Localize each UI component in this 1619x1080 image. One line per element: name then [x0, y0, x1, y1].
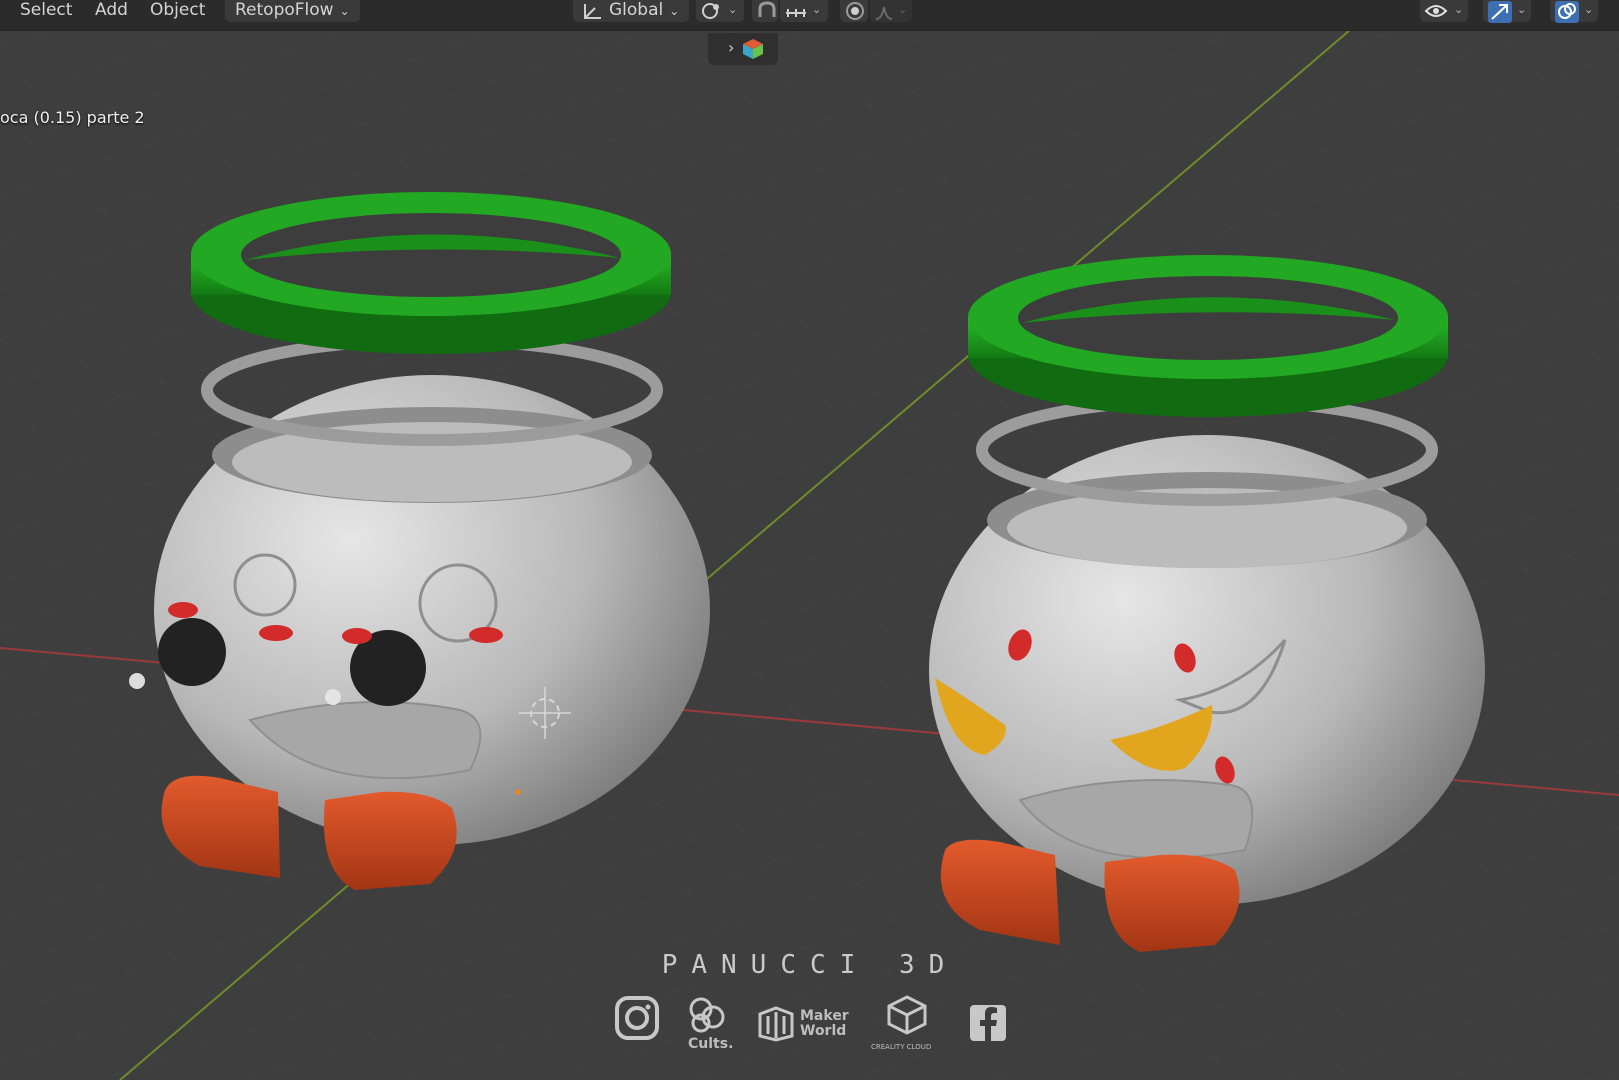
- menu-select[interactable]: Select: [20, 0, 72, 22]
- cults-label: Cults.: [688, 1036, 734, 1052]
- retopoflow-menu[interactable]: RetopoFlow ⌄: [225, 0, 360, 22]
- retopoflow-label: RetopoFlow: [235, 0, 334, 20]
- creality-label: CREALITY CLOUD: [871, 1043, 932, 1051]
- chevron-right-icon: ›: [728, 38, 735, 57]
- chevron-down-icon: ⌄: [728, 3, 738, 16]
- chevron-down-icon: ⌄: [1454, 3, 1464, 16]
- snap-icon: [758, 1, 776, 17]
- visibility-icon: [1424, 5, 1448, 17]
- chevron-down-icon: ⌄: [669, 4, 680, 18]
- visibility-button[interactable]: ⌄: [1420, 0, 1468, 22]
- snap-target-icon: [786, 9, 806, 17]
- chevron-down-icon: ⌄: [1584, 3, 1594, 16]
- chevron-down-icon: ⌄: [898, 3, 908, 16]
- menu-add[interactable]: Add: [95, 0, 128, 22]
- proportional-edit-icon: [846, 2, 864, 20]
- chevron-down-icon: ⌄: [812, 3, 822, 16]
- falloff-button[interactable]: ⌄: [870, 0, 912, 22]
- object-info-label: oca (0.15) parte 2: [0, 108, 145, 127]
- transform-orientation-dropdown[interactable]: Global ⌄: [573, 0, 690, 22]
- gizmo-button[interactable]: ⌄: [1483, 0, 1531, 23]
- world-label: World: [800, 1023, 847, 1039]
- snap-target-button[interactable]: ⌄: [780, 0, 828, 22]
- collapsed-toolbar-popup[interactable]: ›: [708, 33, 778, 65]
- cube-icon: [743, 39, 763, 59]
- makerworld-icon: [758, 1006, 794, 1042]
- 3d-viewport[interactable]: [0, 0, 1619, 1080]
- pivot-point-icon: [702, 3, 719, 19]
- overlay-button[interactable]: ⌄: [1550, 0, 1598, 23]
- orientation-label: Global: [609, 0, 664, 20]
- pivot-point-button[interactable]: ⌄: [696, 0, 744, 22]
- snap-toggle[interactable]: [752, 0, 778, 22]
- menu-object[interactable]: Object: [150, 0, 205, 22]
- chevron-down-icon: ⌄: [339, 4, 350, 18]
- maker-label: Maker: [800, 1008, 849, 1024]
- transform-orientation-icon: [584, 4, 601, 19]
- chevron-down-icon: ⌄: [1517, 3, 1527, 16]
- gizmo-icon: [1488, 1, 1512, 23]
- facebook-icon: [970, 1005, 1006, 1041]
- overlay-icon: [1555, 1, 1579, 23]
- instagram-icon: [615, 996, 659, 1040]
- proportional-edit-toggle[interactable]: [840, 0, 868, 22]
- viewport-header: Select Add Object RetopoFlow ⌄ Global ⌄ ⌄ …: [0, 0, 1619, 31]
- falloff-icon: [875, 6, 893, 20]
- brand-watermark: PANUCCI 3D: [661, 950, 959, 980]
